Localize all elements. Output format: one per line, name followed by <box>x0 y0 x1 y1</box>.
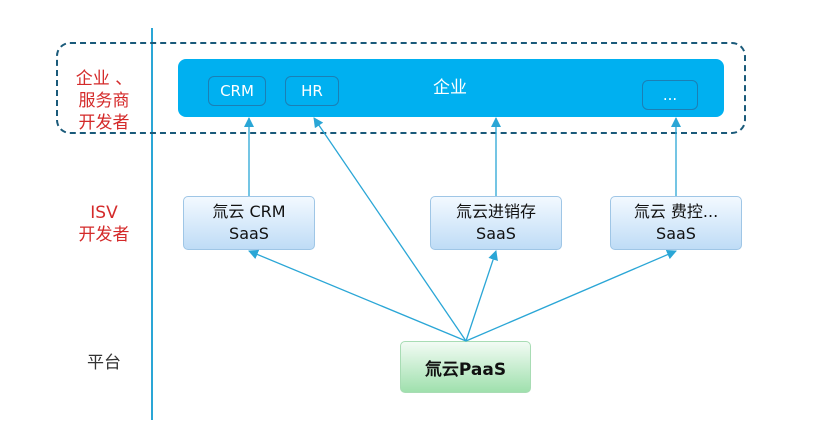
enterprise-title: 企业 <box>433 78 467 98</box>
chip-more: ... <box>642 80 698 110</box>
saas-box-crm: 氚云 CRM SaaS <box>183 196 315 250</box>
lane-label-isv: ISV 开发者 <box>60 202 148 246</box>
lane-label-line: ISV <box>90 203 118 223</box>
chip-crm: CRM <box>208 76 266 106</box>
arrow-paas-to-inventory <box>465 250 498 342</box>
saas-box-name: 氚云进销存 <box>455 202 536 221</box>
saas-box-type: SaaS <box>229 224 269 243</box>
arrow-paas-to-crm <box>248 249 467 342</box>
saas-box-name: 氚云 费控... <box>633 202 719 221</box>
saas-box-type: SaaS <box>476 224 516 243</box>
arrow-paas-to-expense <box>465 249 677 342</box>
paas-box: 氚云PaaS <box>400 341 531 393</box>
lane-label-platform: 平台 <box>87 353 121 373</box>
saas-box-inventory: 氚云进销存 SaaS <box>430 196 562 250</box>
saas-box-type: SaaS <box>656 224 696 243</box>
saas-box-expense: 氚云 费控... SaaS <box>610 196 742 250</box>
saas-box-name: 氚云 CRM <box>212 202 286 221</box>
chip-hr: HR <box>285 76 339 106</box>
lane-label-line: 开发者 <box>78 225 130 245</box>
